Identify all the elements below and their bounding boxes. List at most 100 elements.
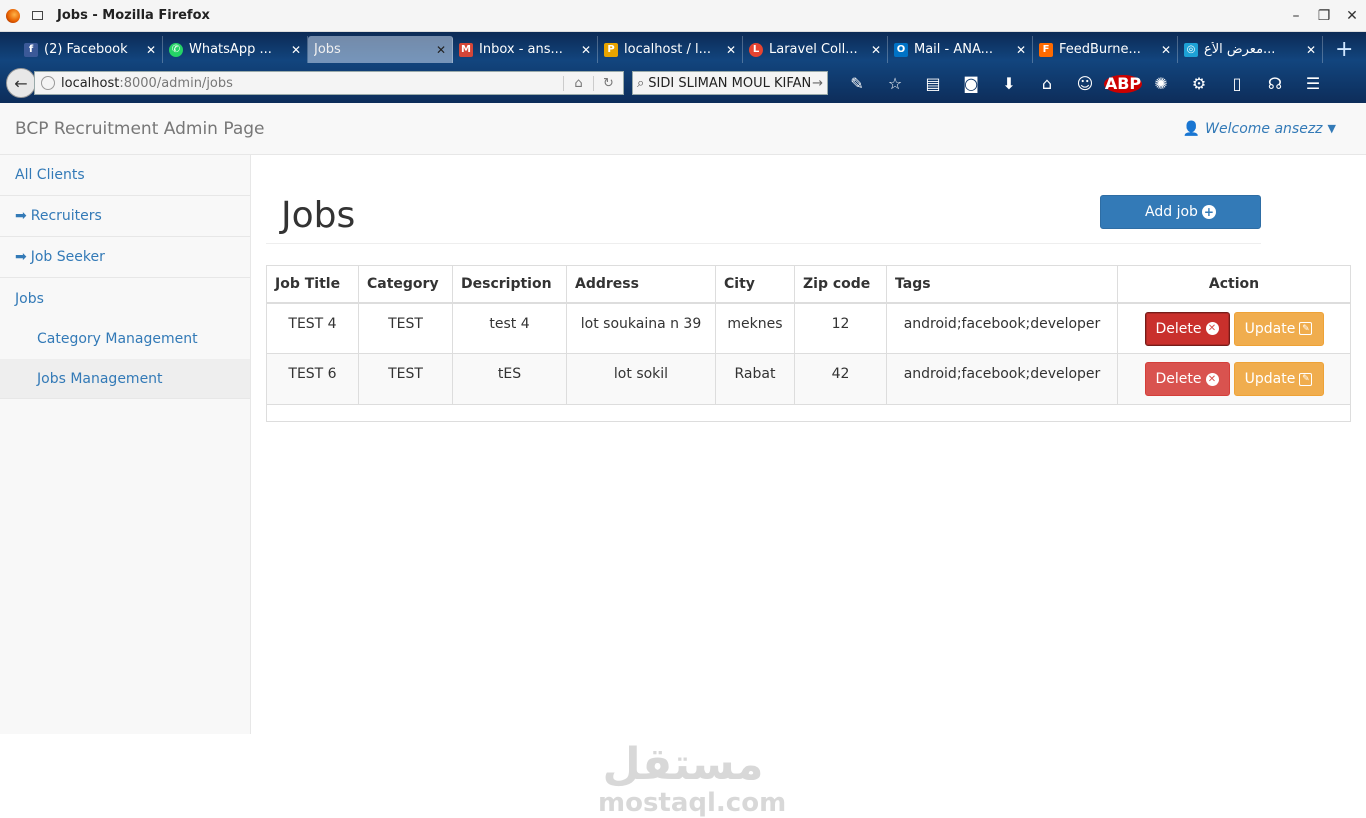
cell-category: TEST (358, 353, 453, 405)
column-header: Tags (886, 265, 1118, 304)
times-circle-icon: ✕ (1205, 372, 1219, 386)
user-icon: 👤 (1182, 120, 1201, 137)
gmail-icon: M (459, 42, 473, 57)
reload-icon[interactable]: ↻ (593, 75, 623, 91)
update-label: Update (1244, 320, 1296, 337)
update-button[interactable]: Update ✎ (1233, 362, 1324, 396)
sidebar-item-jobs[interactable]: Jobs (0, 278, 250, 319)
search-bar[interactable]: ⌕ SIDI SLIMAN MOUL KIFAN → (632, 71, 828, 95)
column-header: Job Title (266, 265, 359, 304)
page: BCP Recruitment Admin Page 👤 Welcome ans… (0, 103, 1366, 816)
facebook-icon: f (24, 42, 38, 57)
delete-button[interactable]: Delete ✕ (1144, 362, 1230, 396)
tab-laravel[interactable]: L Laravel Coll... ✕ (743, 36, 888, 63)
close-window-button[interactable]: ✕ (1338, 0, 1366, 32)
tab-phpmyadmin[interactable]: P localhost / l... ✕ (598, 36, 743, 63)
tab-label: Inbox - ans... (479, 42, 563, 57)
search-input[interactable]: SIDI SLIMAN MOUL KIFAN (648, 76, 811, 91)
sidebar-item-label: Jobs (15, 290, 44, 307)
tab-label: Mail - ANA... (914, 42, 994, 57)
url-bar[interactable]: localhost:8000/admin/jobs ⌂ ↻ (34, 71, 624, 95)
reading-list-icon[interactable]: ▤ (914, 74, 952, 93)
close-icon[interactable]: ✕ (871, 43, 881, 57)
user-menu[interactable]: 👤 Welcome ansezz ▼ (1183, 121, 1336, 137)
bookmark-star-icon[interactable]: ☆ (876, 74, 914, 93)
tab-label: Laravel Coll... (769, 42, 858, 57)
close-icon[interactable]: ✕ (146, 43, 156, 57)
cell-description: tES (452, 353, 567, 405)
home-bookmark-icon[interactable]: ⌂ (563, 75, 593, 91)
close-icon[interactable]: ✕ (581, 43, 591, 57)
tab-facebook[interactable]: f (2) Facebook ✕ (18, 36, 163, 63)
tab-label: معرض الأع... (1204, 42, 1276, 57)
close-icon[interactable]: ✕ (1016, 43, 1026, 57)
tab-jobs[interactable]: Jobs ✕ (308, 36, 453, 63)
window-controls: – ❐ ✕ (1282, 0, 1366, 32)
delete-label: Delete (1155, 320, 1202, 337)
cell-zip: 12 (794, 302, 887, 354)
cell-address: lot soukaina n 39 (566, 302, 716, 354)
add-job-button[interactable]: Add job + (1100, 195, 1261, 229)
cell-tags: android;facebook;developer (886, 353, 1118, 405)
menu-icon[interactable]: ☰ (1294, 74, 1332, 93)
pocket-icon[interactable]: ◙ (952, 74, 990, 93)
tab-arabic-site[interactable]: ◎ معرض الأع... ✕ (1178, 36, 1323, 63)
close-icon[interactable]: ✕ (1161, 43, 1171, 57)
brand-title[interactable]: BCP Recruitment Admin Page (15, 119, 265, 139)
update-button[interactable]: Update ✎ (1233, 311, 1324, 346)
go-arrow-icon[interactable]: → (812, 76, 823, 91)
firebug-icon[interactable]: ✺ (1142, 74, 1180, 93)
pdf-icon[interactable]: ▯ (1218, 74, 1256, 93)
outlook-icon: O (894, 42, 908, 57)
cell-zip: 42 (794, 353, 887, 405)
column-header: Description (452, 265, 567, 304)
sidebar-item-label: Job Seeker (30, 249, 105, 265)
search-icon: ⌕ (637, 75, 645, 91)
update-label: Update (1244, 371, 1296, 387)
plus-circle-icon: + (1201, 205, 1216, 219)
new-tab-icon[interactable]: + (1335, 37, 1353, 63)
watermark-logo: مستقل mostaql.com (598, 739, 786, 817)
notifications-icon[interactable]: ☊ (1256, 74, 1294, 93)
times-circle-icon: ✕ (1205, 322, 1219, 335)
divider (266, 243, 1261, 244)
cell-action: Delete ✕ Update ✎ (1117, 302, 1351, 354)
chevron-down-icon: ▼ (1327, 122, 1336, 135)
url-path: :8000/admin/jobs (119, 75, 233, 91)
column-header: Category (358, 265, 453, 304)
sidebar-item-all-clients[interactable]: All Clients (0, 155, 250, 196)
restore-button[interactable]: ❐ (1310, 0, 1338, 32)
chat-icon[interactable]: ☺ (1066, 74, 1104, 93)
tab-inbox[interactable]: M Inbox - ans... ✕ (453, 36, 598, 63)
sidebar-item-recruiters[interactable]: ➡ Recruiters (0, 196, 250, 237)
tab-label: FeedBurne... (1059, 42, 1141, 57)
admin-navbar: BCP Recruitment Admin Page 👤 Welcome ans… (0, 103, 1366, 155)
watermark-arabic: مستقل (602, 739, 764, 790)
welcome-text: Welcome ansezz (1205, 120, 1323, 137)
greasemonkey-icon[interactable]: ✎ (838, 74, 876, 93)
minimize-button[interactable]: – (1282, 0, 1310, 32)
tab-whatsapp[interactable]: ✆ WhatsApp ... ✕ (163, 36, 308, 63)
tab-groups-icon[interactable] (32, 11, 43, 20)
close-icon[interactable]: ✕ (436, 43, 446, 57)
site-identity-icon[interactable] (41, 76, 55, 90)
cell-job-title: TEST 6 (266, 353, 359, 405)
close-icon[interactable]: ✕ (1306, 43, 1316, 57)
cell-job-title: TEST 4 (266, 302, 359, 354)
tab-feedburner[interactable]: F FeedBurne... ✕ (1033, 36, 1178, 63)
tab-mail[interactable]: O Mail - ANA... ✕ (888, 36, 1033, 63)
web-developer-icon[interactable]: ⚙ (1180, 74, 1218, 93)
home-icon[interactable]: ⌂ (1028, 74, 1066, 93)
back-arrow-icon[interactable]: ← (6, 68, 36, 98)
tab-label: Jobs (314, 42, 341, 57)
download-icon[interactable]: ⬇ (990, 74, 1028, 93)
close-icon[interactable]: ✕ (291, 43, 301, 57)
browser-chrome: f (2) Facebook ✕ ✆ WhatsApp ... ✕ Jobs ✕… (0, 32, 1366, 103)
adblock-icon[interactable]: ABP (1104, 74, 1142, 93)
delete-button[interactable]: Delete ✕ (1144, 311, 1230, 346)
sidebar-item-category-management[interactable]: Category Management (0, 319, 250, 359)
sidebar-item-jobs-management[interactable]: Jobs Management (0, 359, 250, 399)
close-icon[interactable]: ✕ (726, 43, 736, 57)
sidebar-item-job-seeker[interactable]: ➡ Job Seeker (0, 237, 250, 278)
window-titlebar: Jobs - Mozilla Firefox – ❐ ✕ (0, 0, 1366, 32)
